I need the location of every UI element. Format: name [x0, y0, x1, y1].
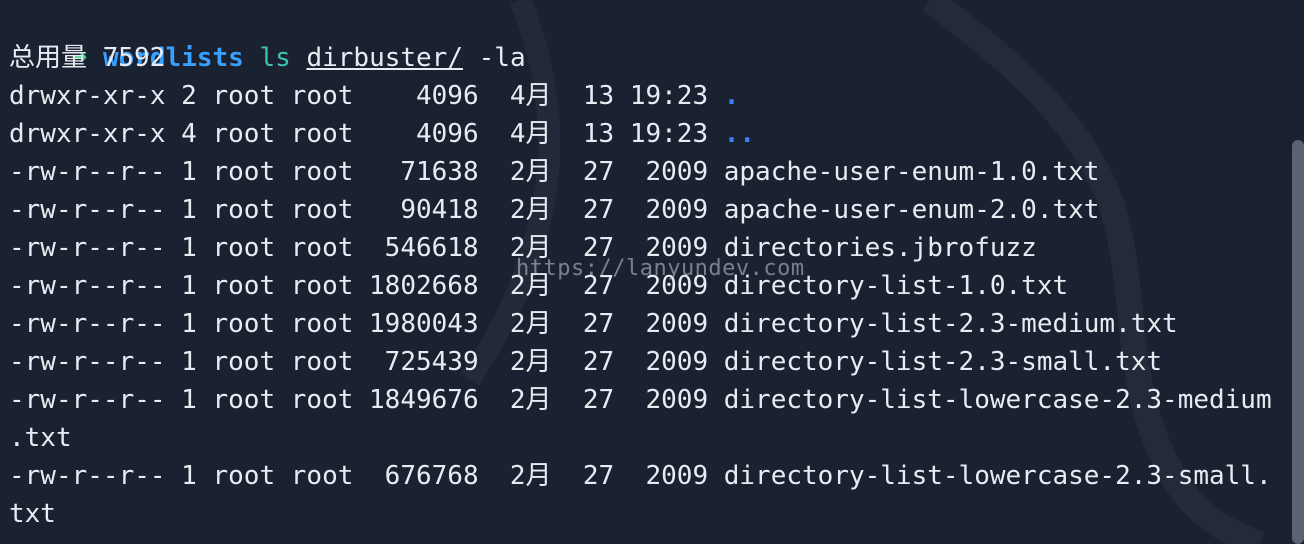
scrollbar[interactable]	[1292, 140, 1304, 544]
listing-row: -rw-r--r-- 1 root root 725439 2月 27 2009…	[9, 347, 1163, 377]
dir-entry-current: .	[723, 81, 740, 111]
listing-row: drwxr-xr-x 2 root root 4096 4月 13 19:23 …	[9, 81, 740, 111]
prompt-line: ➜ wordlists ls dirbuster/ -la	[9, 1, 526, 73]
dir-entry-parent: ..	[723, 119, 756, 149]
command-flags: -la	[478, 43, 526, 73]
command: ls	[259, 43, 291, 73]
command-argument: dirbuster/	[306, 43, 463, 73]
terminal-window[interactable]: ➜ wordlists ls dirbuster/ -la 总用量 7592 d…	[0, 0, 1304, 544]
listing-row-wrap: .txt	[9, 423, 72, 453]
total-line: 总用量 7592	[9, 43, 166, 73]
site-watermark: https://lanyundev.com	[516, 256, 805, 281]
listing-row: -rw-r--r-- 1 root root 1849676 2月 27 200…	[9, 385, 1272, 415]
listing-row: -rw-r--r-- 1 root root 71638 2月 27 2009 …	[9, 157, 1100, 187]
listing-row-wrap: txt	[9, 499, 56, 529]
listing-row: drwxr-xr-x 4 root root 4096 4月 13 19:23 …	[9, 119, 756, 149]
listing-row: -rw-r--r-- 1 root root 90418 2月 27 2009 …	[9, 195, 1100, 225]
listing-row: -rw-r--r-- 1 root root 676768 2月 27 2009…	[9, 461, 1272, 491]
listing-row: -rw-r--r-- 1 root root 1980043 2月 27 200…	[9, 309, 1178, 339]
